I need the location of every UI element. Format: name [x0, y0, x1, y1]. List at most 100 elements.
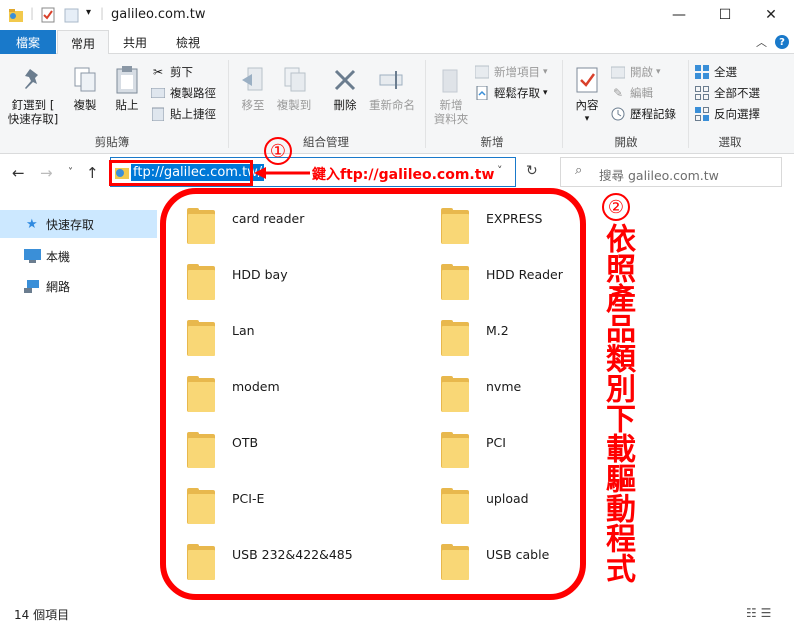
pin-icon [17, 64, 49, 96]
pin-label: 釘選到 [ 快速存取] [7, 98, 59, 126]
invert-selection-button[interactable]: 反向選擇 [694, 104, 760, 124]
rename-button[interactable]: 重新命名 [366, 64, 418, 112]
copy-label: 複製 [73, 98, 97, 112]
maximize-button[interactable]: ☐ [702, 0, 748, 30]
easy-access-icon [474, 85, 490, 101]
delete-x-icon [329, 64, 361, 96]
new-item-label: 新增項目 [494, 65, 540, 79]
move-to-icon [237, 64, 269, 96]
select-all-button[interactable]: 全選 [694, 62, 737, 82]
dropdown-icon: ▾ [584, 114, 590, 124]
search-placeholder[interactable]: 搜尋 galileo.com.tw [599, 165, 719, 184]
navigation-pane: ★ 快速存取 本機 網路 [0, 200, 157, 590]
invert-selection-icon [694, 106, 710, 122]
edit-label: 編輯 [630, 86, 653, 100]
new-item-button[interactable]: 新增項目 ▾ [474, 62, 548, 82]
open-group-label: 開啟 [614, 135, 638, 149]
move-to-button[interactable]: 移至 [234, 64, 272, 112]
customize-quick-access-icon[interactable]: ▾ [86, 7, 91, 18]
tab-view[interactable]: 檢視 [165, 30, 211, 54]
open-button[interactable]: 開啟 ▾ [610, 62, 661, 82]
recent-locations-icon[interactable]: ˅ [68, 167, 73, 178]
title-bar: | ▾ | galileo.com.tw — ☐ ✕ [0, 0, 794, 30]
step-2-marker: ② [602, 193, 630, 221]
back-arrow-icon[interactable]: ← [12, 164, 25, 182]
help-icon[interactable]: ? [775, 35, 789, 49]
history-button[interactable]: 歷程記錄 [610, 104, 676, 124]
address-highlight-box [109, 160, 253, 186]
group-separator [425, 60, 426, 148]
copy-to-icon [278, 64, 310, 96]
arrow-icon [254, 167, 310, 179]
step-1-instruction: 鍵入ftp://galileo.com.tw [312, 167, 495, 183]
open-icon [610, 64, 626, 80]
app-icon [8, 7, 24, 23]
edit-button[interactable]: ✎ 編輯 [610, 83, 653, 103]
move-to-label: 移至 [241, 98, 265, 112]
nav-item-network[interactable]: 網路 [0, 272, 157, 300]
paste-icon [111, 64, 143, 96]
refresh-icon[interactable]: ↻ [526, 163, 538, 179]
copy-icon [69, 64, 101, 96]
nav-item-label: 網路 [46, 279, 71, 294]
cut-button[interactable]: ✂ 剪下 [150, 62, 193, 82]
close-button[interactable]: ✕ [748, 0, 794, 30]
properties-icon [571, 64, 603, 96]
rename-icon [376, 64, 408, 96]
history-icon [610, 106, 626, 122]
minimize-button[interactable]: — [656, 0, 702, 30]
copy-to-button[interactable]: 複製到 [274, 64, 314, 112]
cut-label: 剪下 [170, 65, 193, 79]
paste-shortcut-icon [150, 106, 166, 122]
nav-item-quick-access[interactable]: ★ 快速存取 [0, 210, 157, 238]
new-folder-button[interactable]: 新增 資料夾 [430, 64, 472, 126]
step-1-marker: ① [264, 137, 292, 165]
step-2-instruction: 依照產品類別下載驅動程式 [600, 223, 635, 583]
forward-arrow-icon[interactable]: → [40, 164, 53, 182]
view-mode-icons[interactable]: ☷ ☰ [746, 606, 771, 620]
tab-home[interactable]: 常用 [57, 30, 109, 55]
computer-icon [24, 249, 41, 266]
open-label: 開啟 [630, 65, 653, 79]
search-icon: ⌕ [575, 163, 583, 178]
select-none-button[interactable]: 全部不選 [694, 83, 760, 103]
properties-button[interactable]: 內容 ▾ [568, 64, 606, 126]
group-separator [688, 60, 689, 148]
star-icon: ★ [26, 216, 38, 232]
properties-quick-icon[interactable] [40, 7, 56, 23]
dropdown-icon: ▾ [543, 67, 548, 77]
tab-file[interactable]: 檔案 [0, 30, 56, 54]
paste-shortcut-label: 貼上捷徑 [170, 107, 216, 121]
select-none-label: 全部不選 [714, 86, 760, 100]
ribbon-tabs: 檔案 常用 共用 檢視 ︿ ? [0, 30, 794, 55]
group-separator [562, 60, 563, 148]
select-all-label: 全選 [714, 65, 737, 79]
copy-button[interactable]: 複製 [66, 64, 104, 112]
paste-label: 貼上 [115, 98, 139, 112]
delete-button[interactable]: 刪除 [326, 64, 364, 112]
organize-group-label: 組合管理 [303, 135, 349, 149]
nav-item-label: 快速存取 [46, 217, 95, 232]
address-dropdown-icon[interactable]: ˅ [497, 164, 503, 177]
select-group-label: 選取 [718, 135, 742, 149]
new-folder-label: 新增 資料夾 [433, 98, 469, 126]
pin-to-quick-access-button[interactable]: 釘選到 [ 快速存取] [6, 64, 60, 126]
new-folder-quick-icon[interactable] [64, 7, 80, 23]
nav-item-this-pc[interactable]: 本機 [0, 242, 157, 270]
select-all-icon [694, 64, 710, 80]
copy-path-label: 複製路徑 [170, 86, 216, 100]
copy-path-button[interactable]: 複製路徑 [150, 83, 216, 103]
paste-shortcut-button[interactable]: 貼上捷徑 [150, 104, 216, 124]
delete-label: 刪除 [333, 98, 357, 112]
group-separator [228, 60, 229, 148]
up-arrow-icon[interactable]: ↑ [86, 164, 99, 182]
copy-path-icon [150, 85, 166, 101]
rename-label: 重新命名 [369, 98, 415, 112]
scissors-icon: ✂ [152, 65, 164, 79]
paste-button[interactable]: 貼上 [108, 64, 146, 112]
divider: | [100, 6, 105, 20]
collapse-ribbon-icon[interactable]: ︿ [756, 34, 767, 50]
tab-share[interactable]: 共用 [112, 30, 158, 54]
easy-access-button[interactable]: 輕鬆存取 ▾ [474, 83, 548, 103]
new-item-icon [474, 64, 490, 80]
